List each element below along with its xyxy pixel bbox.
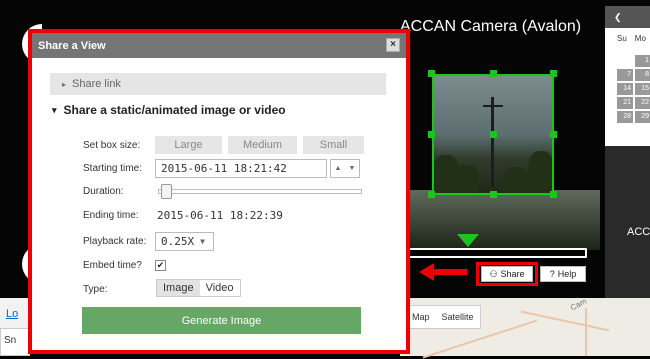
- weekday-label: Mo: [634, 34, 646, 43]
- calendar-day[interactable]: 8: [635, 69, 650, 81]
- dialog-title-bar[interactable]: Share a View ×: [32, 33, 406, 58]
- playback-rate-select[interactable]: 0.25X ▼: [155, 232, 214, 251]
- close-icon[interactable]: ×: [386, 38, 400, 52]
- type-toggle: Image Video: [156, 279, 241, 297]
- share-link-section[interactable]: ▸ Share link: [50, 73, 386, 95]
- type-label: Type:: [83, 284, 108, 295]
- share-button-label: Share: [500, 269, 525, 279]
- starting-time-input[interactable]: 2015-06-11 18:21:42: [155, 159, 327, 178]
- ending-time-label: Ending time:: [83, 210, 139, 221]
- calendar-day[interactable]: 14: [617, 83, 633, 95]
- secondary-camera[interactable]: [605, 146, 650, 298]
- user-icon: ⚇: [489, 268, 498, 279]
- starting-time-label: Starting time:: [83, 163, 142, 174]
- embed-time-label: Embed time?: [83, 260, 142, 271]
- calendar-day[interactable]: 15: [635, 83, 650, 95]
- ending-time-value: 2015-06-11 18:22:39: [157, 209, 283, 222]
- secondary-camera-label: ACC: [627, 226, 650, 238]
- calendar-day[interactable]: 7: [617, 69, 633, 81]
- playback-rate-value: 0.25X: [161, 235, 195, 248]
- chevron-down-icon: ▼: [200, 237, 205, 246]
- timeline-marker[interactable]: [457, 234, 479, 247]
- embed-time-checkbox[interactable]: ✔: [155, 260, 166, 271]
- help-button-label: Help: [557, 269, 577, 279]
- decrement-icon[interactable]: ▼: [345, 160, 359, 177]
- playback-rate-label: Playback rate:: [83, 236, 147, 247]
- camera-scene: [400, 190, 600, 250]
- duration-slider-handle[interactable]: [161, 184, 172, 199]
- help-button[interactable]: ? Help: [540, 266, 586, 282]
- arrow-shaft: [432, 269, 467, 275]
- resize-handle[interactable]: [428, 131, 435, 138]
- move-handle[interactable]: [490, 131, 497, 138]
- timeline-bar[interactable]: [402, 248, 587, 258]
- help-icon: ?: [549, 269, 555, 279]
- box-size-small-button[interactable]: Small: [303, 136, 364, 154]
- share-image-label: Share a static/animated image or video: [63, 103, 286, 117]
- duration-label: Duration:: [83, 186, 124, 197]
- calendar-day[interactable]: 28: [617, 111, 633, 123]
- resize-handle[interactable]: [550, 131, 557, 138]
- box-size-large-button[interactable]: Large: [155, 136, 222, 154]
- chevron-down-icon: ▾: [52, 104, 57, 115]
- box-size-label: Set box size:: [83, 140, 141, 151]
- share-image-section[interactable]: ▾ Share a static/animated image or video: [52, 103, 286, 117]
- resize-handle[interactable]: [490, 70, 497, 77]
- box-size-medium-button[interactable]: Medium: [228, 136, 297, 154]
- share-button[interactable]: ⚇ Share: [481, 266, 533, 282]
- camera-title: ACCAN Camera (Avalon): [400, 18, 582, 35]
- chevron-right-icon: ▸: [62, 79, 67, 89]
- calendar-day[interactable]: 29: [635, 111, 650, 123]
- box-size-group: Large Medium Small: [155, 136, 364, 154]
- left-input[interactable]: Sn: [0, 328, 30, 356]
- increment-icon[interactable]: ▲: [331, 160, 345, 177]
- share-link-label: Share link: [72, 78, 121, 90]
- satellite-tab[interactable]: Satellite: [436, 306, 480, 328]
- weekday-label: Su: [617, 34, 627, 43]
- time-stepper: ▲ ▼: [330, 159, 360, 178]
- share-dialog: Share a View × ▸ Share link ▾ Share a st…: [32, 33, 406, 350]
- prev-month-icon[interactable]: ❮: [614, 12, 622, 23]
- left-input-text: Sn: [4, 335, 17, 346]
- calendar-day[interactable]: 22: [635, 97, 650, 109]
- type-video-option[interactable]: Video: [200, 280, 240, 296]
- calendar-day[interactable]: 21: [617, 97, 633, 109]
- resize-handle[interactable]: [428, 70, 435, 77]
- duration-slider[interactable]: [158, 189, 362, 194]
- type-image-option[interactable]: Image: [157, 280, 200, 296]
- left-link[interactable]: Lo: [6, 308, 18, 320]
- resize-handle[interactable]: [490, 191, 497, 198]
- resize-handle[interactable]: [428, 191, 435, 198]
- generate-image-button[interactable]: Generate Image: [82, 307, 361, 334]
- map-type-tabs: Map Satellite: [405, 305, 481, 329]
- calendar-days: 1 78 14 15 21 22 28 29: [617, 55, 650, 123]
- resize-handle[interactable]: [550, 191, 557, 198]
- map-tab[interactable]: Map: [406, 306, 436, 328]
- resize-handle[interactable]: [550, 70, 557, 77]
- dialog-title: Share a View: [38, 39, 106, 52]
- calendar-day[interactable]: 1: [635, 55, 650, 67]
